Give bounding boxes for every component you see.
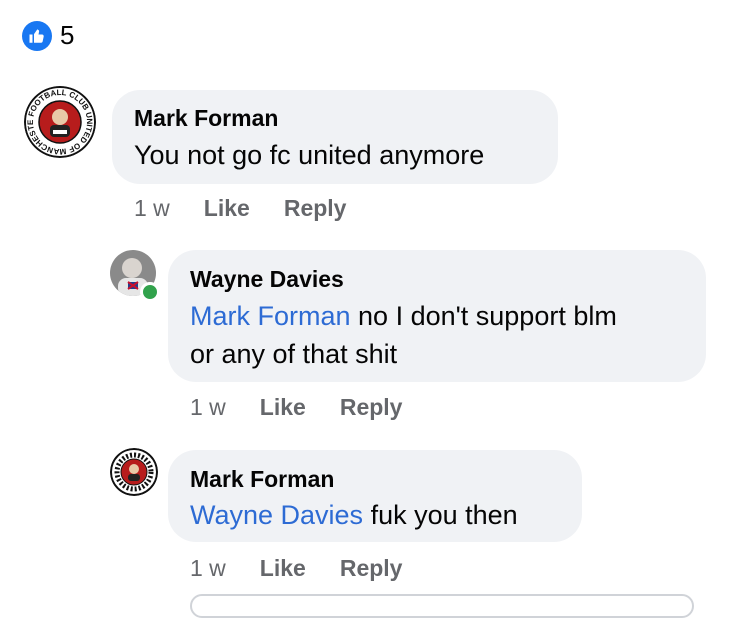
comment-actions: 1 w Like Reply <box>134 195 346 222</box>
comment-actions: 1 w Like Reply <box>190 555 402 582</box>
comment-author[interactable]: Mark Forman <box>134 105 278 132</box>
comment-author[interactable]: Mark Forman <box>190 466 334 493</box>
comment-actions: 1 w Like Reply <box>190 394 402 421</box>
mention-link[interactable]: Mark Forman <box>190 301 351 331</box>
reply-button[interactable]: Reply <box>340 394 403 421</box>
comment-author[interactable]: Wayne Davies <box>190 266 344 293</box>
online-status-indicator <box>140 282 160 302</box>
mention-link[interactable]: Wayne Davies <box>190 500 363 530</box>
comment-timestamp[interactable]: 1 w <box>190 555 226 582</box>
reaction-summary[interactable]: 5 <box>22 20 74 51</box>
comment-text-line2: or any of that shit <box>190 339 398 369</box>
reply-button[interactable]: Reply <box>340 555 403 582</box>
comment-bubble: Wayne Davies Mark Forman no I don't supp… <box>168 250 706 382</box>
comment-bubble: Mark Forman You not go fc united anymore <box>112 90 558 184</box>
comment-timestamp[interactable]: 1 w <box>134 195 170 222</box>
fc-united-crest-avatar[interactable]: FOOTBALL CLUB UNITED OF MANCHESTER <box>24 86 96 158</box>
reaction-count: 5 <box>60 20 75 50</box>
comment-timestamp[interactable]: 1 w <box>190 394 226 421</box>
like-button[interactable]: Like <box>204 195 250 222</box>
like-button[interactable]: Like <box>260 555 306 582</box>
comment-text-line1: no I don't support blm <box>350 301 617 331</box>
comment-text: You not go fc united anymore <box>134 140 485 170</box>
like-button[interactable]: Like <box>260 394 306 421</box>
comment-text: Mark Forman no I don't support blm <box>190 297 617 335</box>
thumbs-up-icon <box>22 20 52 51</box>
comment-text-body: fuk you then <box>363 500 518 530</box>
reply-input-box[interactable] <box>190 594 694 618</box>
reply-button[interactable]: Reply <box>284 195 347 222</box>
fc-united-crest-avatar[interactable] <box>110 448 158 496</box>
comment-bubble: Mark Forman Wayne Davies fuk you then <box>168 450 582 542</box>
comment-text: Wayne Davies fuk you then <box>190 496 518 534</box>
